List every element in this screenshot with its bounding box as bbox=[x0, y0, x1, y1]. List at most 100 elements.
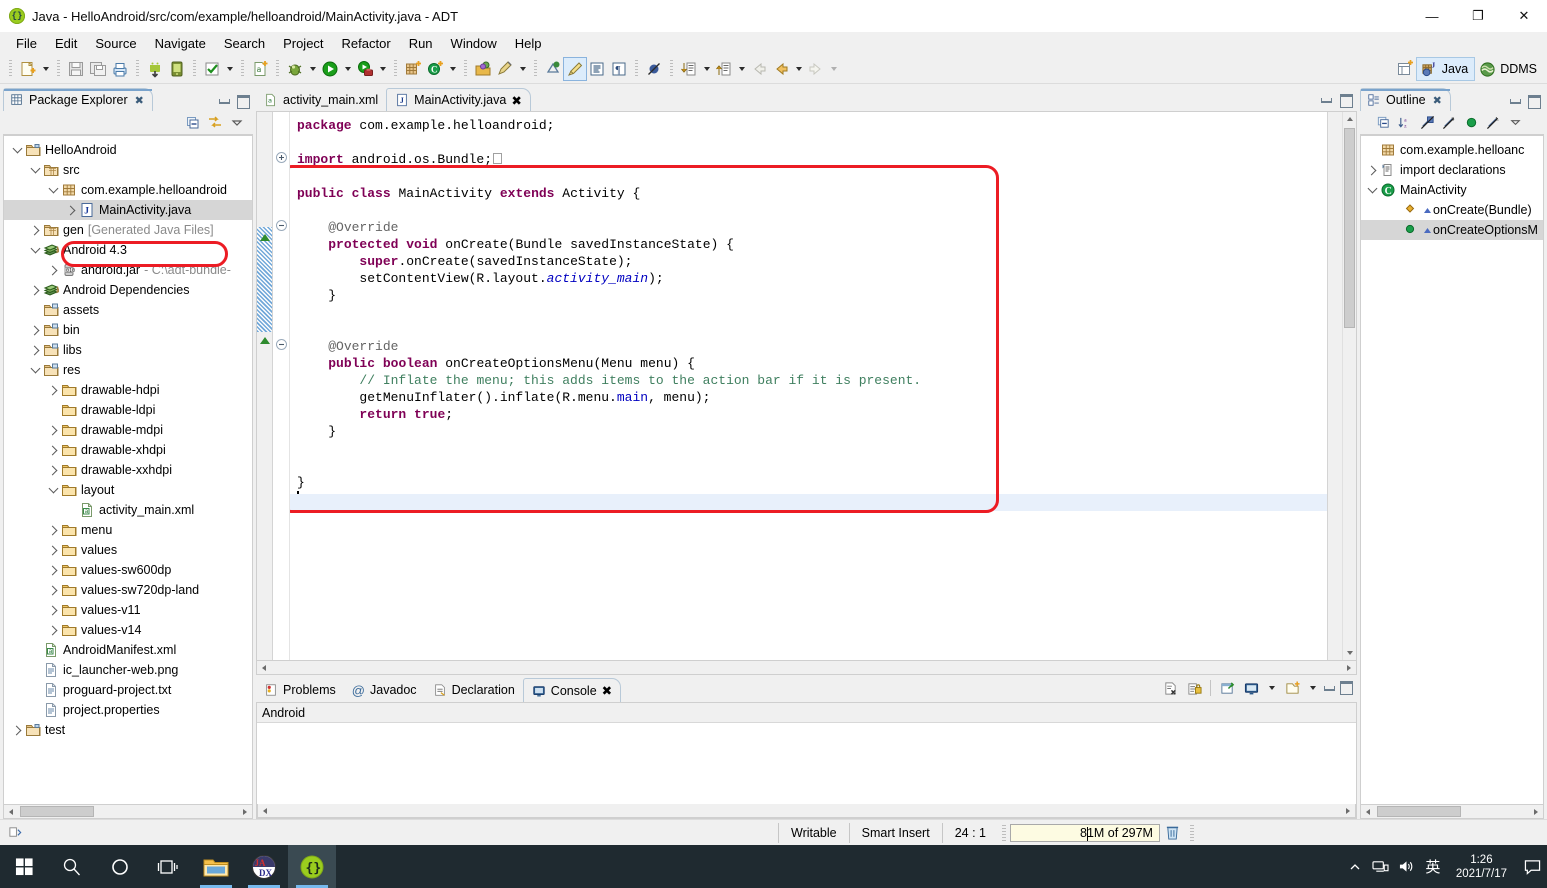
status-memory-indicator[interactable]: 81M of 297M bbox=[1009, 823, 1160, 842]
minimize-button[interactable]: — bbox=[1409, 0, 1455, 32]
chevron-right-icon[interactable] bbox=[28, 340, 42, 360]
next-edit-dropdown-icon[interactable] bbox=[700, 58, 713, 80]
skip-breakpoints-icon[interactable] bbox=[643, 58, 665, 80]
tab-problems[interactable]: Problems bbox=[256, 678, 344, 702]
outline-item-oncreate-bundle-[interactable]: onCreate(Bundle) bbox=[1361, 200, 1543, 220]
chevron-right-icon[interactable] bbox=[28, 280, 42, 300]
perspective-ddms[interactable]: DDMS bbox=[1475, 57, 1543, 81]
tree-item-activity-main-xml[interactable]: a activity_main.xml bbox=[4, 500, 252, 520]
tree-item-drawable-mdpi[interactable]: drawable-mdpi bbox=[4, 420, 252, 440]
external-tools-dropdown-icon[interactable] bbox=[376, 58, 389, 80]
console-horizontal-scrollbar[interactable] bbox=[257, 804, 1356, 818]
show-whitespace-icon[interactable] bbox=[586, 58, 608, 80]
scroll-up-icon[interactable] bbox=[1343, 112, 1356, 126]
minimize-icon[interactable] bbox=[1323, 682, 1336, 695]
fold-collapse-icon[interactable] bbox=[276, 220, 287, 234]
tree-item-com-example-helloandroid[interactable]: com.example.helloandroid bbox=[4, 180, 252, 200]
tree-item-test[interactable]: test bbox=[4, 720, 252, 740]
console-output[interactable] bbox=[257, 723, 1356, 804]
tree-item-menu[interactable]: menu bbox=[4, 520, 252, 540]
tab-mainactivity-java[interactable]: J MainActivity.java ✖ bbox=[386, 88, 531, 111]
tab-console[interactable]: Console ✖ bbox=[522, 678, 622, 702]
menu-navigate[interactable]: Navigate bbox=[146, 34, 215, 53]
next-annotation-icon[interactable] bbox=[542, 58, 564, 80]
hide-local-types-icon[interactable]: L bbox=[1483, 113, 1503, 133]
scroll-lock-icon[interactable] bbox=[1184, 678, 1204, 698]
editor-annotation-ruler[interactable] bbox=[257, 112, 273, 660]
new-android-xml-icon[interactable]: a bbox=[249, 58, 271, 80]
close-icon[interactable]: ✖ bbox=[135, 94, 144, 107]
eclipse-adt-icon[interactable]: {} bbox=[288, 845, 336, 888]
menu-window[interactable]: Window bbox=[442, 34, 506, 53]
tree-item-proguard-project-txt[interactable]: proguard-project.txt bbox=[4, 680, 252, 700]
save-all-icon[interactable] bbox=[87, 58, 109, 80]
chevron-right-icon[interactable] bbox=[1365, 160, 1379, 180]
chevron-right-icon[interactable] bbox=[46, 440, 60, 460]
outline-tree-container[interactable]: com.example.helloanc import declarations C… bbox=[1360, 135, 1544, 805]
trash-icon[interactable] bbox=[1160, 824, 1186, 841]
editor-horizontal-scrollbar[interactable] bbox=[256, 661, 1357, 675]
chevron-right-icon[interactable] bbox=[46, 540, 60, 560]
chevron-down-icon[interactable] bbox=[46, 480, 60, 500]
tree-item-gen[interactable]: gen [Generated Java Files] bbox=[4, 220, 252, 240]
new-java-package-icon[interactable] bbox=[402, 58, 424, 80]
back-history-dropdown-icon[interactable] bbox=[792, 58, 805, 80]
menu-help[interactable]: Help bbox=[506, 34, 551, 53]
tree-item-values-sw600dp[interactable]: values-sw600dp bbox=[4, 560, 252, 580]
menu-refactor[interactable]: Refactor bbox=[333, 34, 400, 53]
tree-item-ic-launcher-web-png[interactable]: ic_launcher-web.png bbox=[4, 660, 252, 680]
chevron-right-icon[interactable] bbox=[46, 460, 60, 480]
editor-overview-ruler[interactable] bbox=[1327, 112, 1342, 660]
tree-item-drawable-xxhdpi[interactable]: drawable-xxhdpi bbox=[4, 460, 252, 480]
scroll-thumb[interactable] bbox=[20, 806, 94, 817]
debug-dropdown-icon[interactable] bbox=[306, 58, 319, 80]
tree-item-androidmanifest-xml[interactable]: a AndroidManifest.xml bbox=[4, 640, 252, 660]
toggle-mark-occurrences-icon[interactable] bbox=[563, 56, 587, 81]
fold-collapse-icon[interactable] bbox=[276, 339, 287, 353]
close-button[interactable]: ✕ bbox=[1501, 0, 1547, 32]
tree-item-android-jar[interactable]: 010 android.jar - C:\adt-bundle- bbox=[4, 260, 252, 280]
jadx-icon[interactable]: JA DX bbox=[240, 845, 288, 888]
scroll-left-icon[interactable] bbox=[1361, 805, 1375, 818]
menu-run[interactable]: Run bbox=[400, 34, 442, 53]
windows-start-icon[interactable] bbox=[0, 845, 48, 888]
chevron-right-icon[interactable] bbox=[46, 380, 60, 400]
show-formatter-icon[interactable]: ¶ bbox=[608, 58, 630, 80]
display-console-dropdown-icon[interactable] bbox=[1265, 677, 1278, 699]
chevron-right-icon[interactable] bbox=[10, 720, 24, 740]
chevron-right-icon[interactable] bbox=[64, 200, 78, 220]
tree-item-libs[interactable]: libs bbox=[4, 340, 252, 360]
tree-item-values-v11[interactable]: values-v11 bbox=[4, 600, 252, 620]
open-console-icon[interactable] bbox=[1282, 678, 1302, 698]
chevron-down-icon[interactable] bbox=[10, 140, 24, 160]
code-editor[interactable]: package com.example.helloandroid; import… bbox=[256, 111, 1357, 661]
hide-nonpublic-icon[interactable] bbox=[1461, 113, 1481, 133]
close-icon[interactable]: ✖ bbox=[1433, 94, 1442, 107]
scroll-right-icon[interactable] bbox=[1529, 805, 1543, 818]
cortana-circle-icon[interactable] bbox=[96, 845, 144, 888]
print-icon[interactable] bbox=[109, 58, 131, 80]
chevron-right-icon[interactable] bbox=[46, 620, 60, 640]
maximize-icon[interactable] bbox=[237, 95, 250, 108]
chevron-right-icon[interactable] bbox=[46, 260, 60, 280]
scroll-right-icon[interactable] bbox=[238, 805, 252, 818]
code-text-area[interactable]: package com.example.helloandroid; import… bbox=[290, 112, 1327, 660]
tab-activity-main-xml[interactable]: a activity_main.xml bbox=[256, 88, 386, 111]
scroll-thumb[interactable] bbox=[1344, 128, 1355, 328]
new-java-class-icon[interactable]: C bbox=[424, 58, 446, 80]
forward-dropdown-icon[interactable] bbox=[827, 58, 840, 80]
menu-file[interactable]: File bbox=[7, 34, 46, 53]
menu-source[interactable]: Source bbox=[86, 34, 145, 53]
maximize-icon[interactable] bbox=[1340, 94, 1353, 107]
chevron-down-icon[interactable] bbox=[28, 160, 42, 180]
hide-fields-icon[interactable] bbox=[1417, 113, 1437, 133]
tree-item-layout[interactable]: layout bbox=[4, 480, 252, 500]
search-marker-icon[interactable] bbox=[494, 58, 516, 80]
maximize-icon[interactable] bbox=[1528, 95, 1541, 108]
tree-item-values[interactable]: values bbox=[4, 540, 252, 560]
tree-item-assets[interactable]: assets bbox=[4, 300, 252, 320]
scroll-down-icon[interactable] bbox=[1343, 646, 1356, 660]
ime-indicator[interactable]: 英 bbox=[1420, 845, 1446, 888]
close-icon[interactable]: ✖ bbox=[602, 683, 612, 698]
android-sdk-manager-icon[interactable] bbox=[144, 58, 166, 80]
